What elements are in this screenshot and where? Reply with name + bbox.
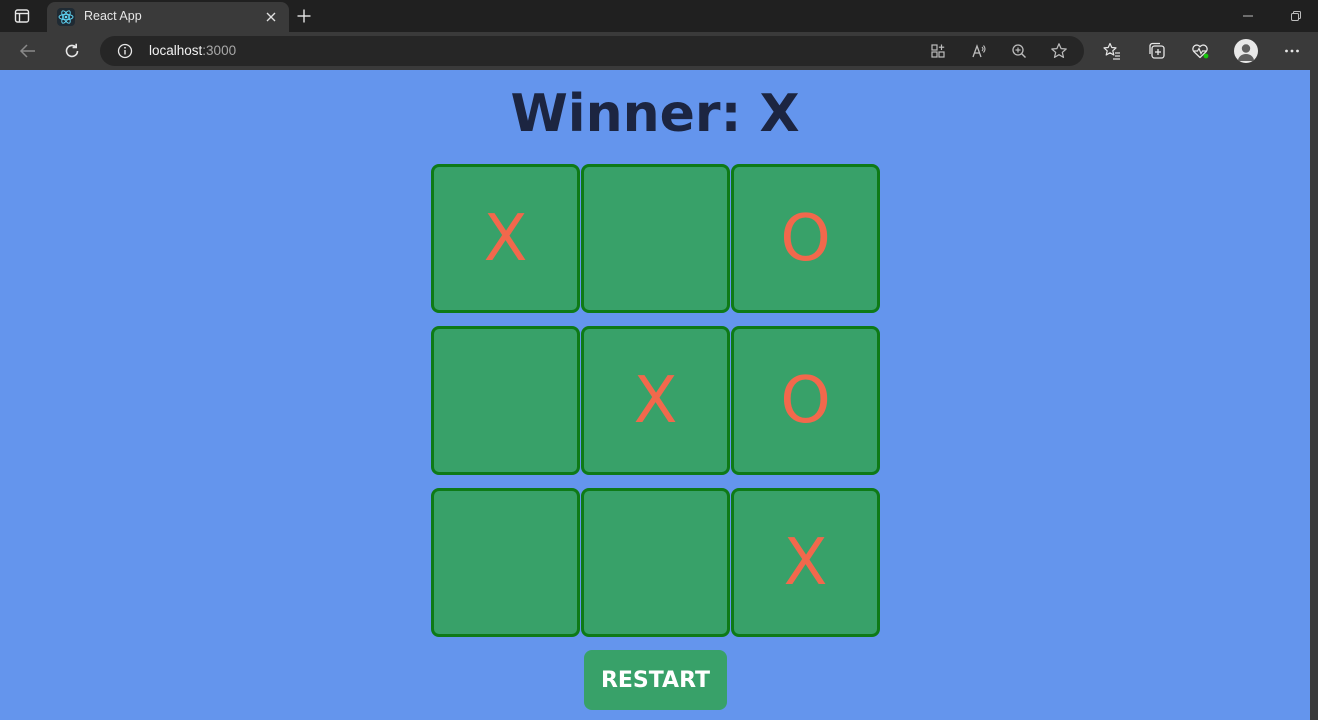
board-cell-7[interactable] xyxy=(431,488,580,637)
address-bar[interactable]: localhost:3000 xyxy=(100,36,1084,66)
more-icon[interactable] xyxy=(1281,40,1303,62)
restore-icon[interactable] xyxy=(1288,8,1304,24)
tab-title: React App xyxy=(84,9,142,23)
apps-icon[interactable] xyxy=(929,42,947,60)
scrollbar[interactable] xyxy=(1310,70,1318,720)
page-viewport: Winner: X X O X O X RESTART xyxy=(0,70,1310,720)
winner-heading: Winner: X xyxy=(510,84,800,144)
star-icon[interactable] xyxy=(1050,42,1068,60)
plus-icon[interactable] xyxy=(294,6,314,26)
tab-bar: React App xyxy=(0,0,1318,32)
board-cell-4[interactable] xyxy=(431,326,580,475)
url-text: localhost:3000 xyxy=(149,43,236,58)
avatar[interactable] xyxy=(1234,39,1258,63)
zoom-icon[interactable] xyxy=(1010,42,1028,60)
close-icon[interactable] xyxy=(263,9,279,25)
minimize-icon[interactable] xyxy=(1240,8,1256,24)
restart-button[interactable]: RESTART xyxy=(584,650,727,710)
url-host: localhost xyxy=(149,43,203,58)
game-board: X O X O X xyxy=(431,164,881,638)
heartbeat-icon[interactable] xyxy=(1189,40,1211,62)
url-port: :3000 xyxy=(202,43,237,58)
browser-tab[interactable]: React App xyxy=(47,2,289,32)
browser-toolbar: localhost:3000 xyxy=(0,32,1318,70)
board-cell-6[interactable]: O xyxy=(731,326,880,475)
back-arrow-icon[interactable] xyxy=(17,40,39,62)
favorites-icon[interactable] xyxy=(1101,40,1123,62)
tab-actions-icon[interactable] xyxy=(12,7,32,25)
board-cell-5[interactable]: X xyxy=(581,326,730,475)
react-logo-icon xyxy=(57,8,75,26)
read-aloud-icon[interactable] xyxy=(970,42,988,60)
board-cell-9[interactable]: X xyxy=(731,488,880,637)
collections-icon[interactable] xyxy=(1146,40,1168,62)
board-cell-1[interactable]: X xyxy=(431,164,580,313)
refresh-icon[interactable] xyxy=(61,40,83,62)
info-icon[interactable] xyxy=(117,43,133,59)
board-cell-8[interactable] xyxy=(581,488,730,637)
board-cell-3[interactable]: O xyxy=(731,164,880,313)
board-cell-2[interactable] xyxy=(581,164,730,313)
